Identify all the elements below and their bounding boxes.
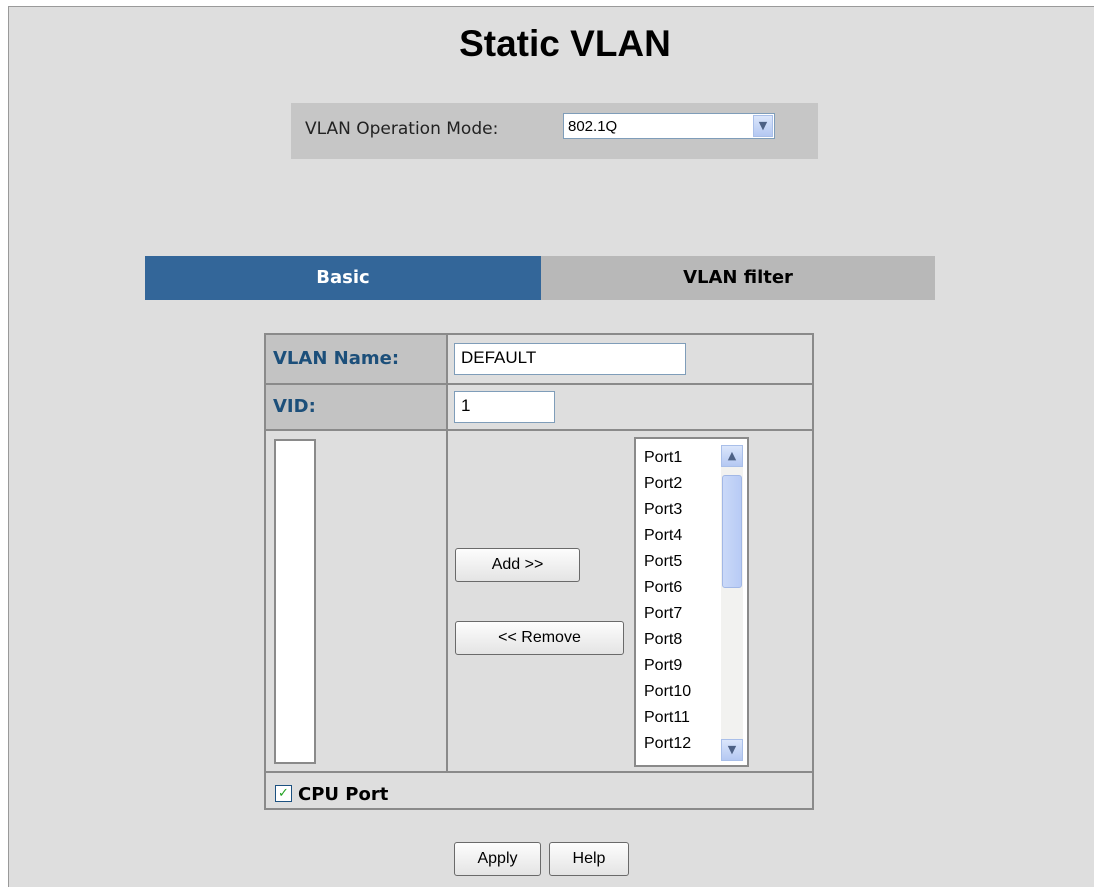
port-option[interactable]: Port12 (644, 731, 691, 757)
port-option[interactable]: Port10 (644, 679, 691, 705)
port-option[interactable]: Port11 (644, 705, 691, 731)
row-divider (266, 429, 812, 431)
vid-input[interactable]: 1 (454, 391, 555, 423)
vlan-mode-label: VLAN Operation Mode: (305, 119, 499, 139)
help-button[interactable]: Help (549, 842, 629, 876)
column-divider (446, 335, 448, 771)
vlan-form-table: VLAN Name: DEFAULT VID: 1 Add >> << Remo… (264, 333, 814, 810)
chevron-down-icon[interactable]: ▼ (721, 739, 743, 761)
chevron-down-icon[interactable]: ▼ (753, 115, 773, 137)
vlan-name-input[interactable]: DEFAULT (454, 343, 686, 375)
available-ports-list[interactable]: Port1 Port2 Port3 Port4 Port5 Port6 Port7 Port8… (634, 437, 749, 767)
port-option[interactable]: Port5 (644, 549, 691, 575)
ports-scrollbar[interactable]: ▲ ▼ (721, 445, 743, 761)
vlan-mode-select[interactable]: 802.1Q ▼ (563, 113, 775, 139)
tab-vlan-filter[interactable]: VLAN filter (541, 256, 935, 300)
vid-label: VID: (266, 385, 446, 429)
tab-basic[interactable]: Basic (145, 256, 541, 300)
add-port-button[interactable]: Add >> (455, 548, 580, 582)
page-title: Static VLAN (459, 23, 671, 64)
cpu-port-row: ✓ CPU Port (266, 773, 812, 808)
port-option[interactable]: Port8 (644, 627, 691, 653)
port-option[interactable]: Port2 (644, 471, 691, 497)
port-option[interactable]: Port9 (644, 653, 691, 679)
cpu-port-checkbox[interactable]: ✓ (275, 785, 292, 802)
page-frame: Static VLAN VLAN Operation Mode: 802.1Q … (8, 6, 1094, 887)
scrollbar-thumb[interactable] (722, 475, 742, 588)
port-option[interactable]: Port3 (644, 497, 691, 523)
chevron-up-icon[interactable]: ▲ (721, 445, 743, 467)
vlan-name-label: VLAN Name: (266, 335, 446, 383)
port-list: Port1 Port2 Port3 Port4 Port5 Port6 Port7 Port8… (644, 445, 691, 757)
vlan-mode-panel: VLAN Operation Mode: 802.1Q ▼ (291, 103, 818, 159)
cpu-port-label: CPU Port (298, 784, 389, 805)
port-option[interactable]: Port6 (644, 575, 691, 601)
port-option[interactable]: Port7 (644, 601, 691, 627)
port-option[interactable]: Port4 (644, 523, 691, 549)
vlan-mode-value: 802.1Q (568, 118, 618, 135)
port-option[interactable]: Port1 (644, 445, 691, 471)
apply-button[interactable]: Apply (454, 842, 541, 876)
remove-port-button[interactable]: << Remove (455, 621, 624, 655)
selected-ports-list[interactable] (274, 439, 316, 764)
